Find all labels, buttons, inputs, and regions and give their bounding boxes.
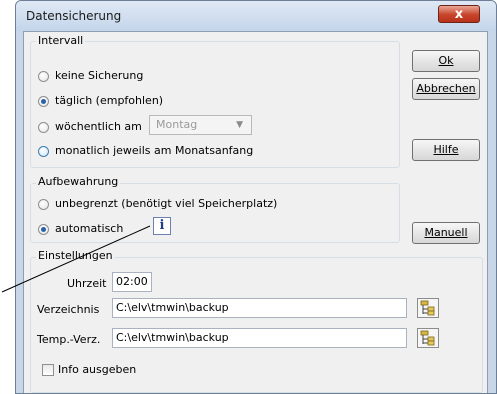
ok-button[interactable]: Ok [412,50,480,72]
ok-button-label: Ok [438,54,454,67]
callout-pointer-line [1,225,151,293]
folder-tree-icon [420,330,435,346]
temp-verz-field[interactable]: C:\elv\tmwin\backup [112,328,407,348]
manuell-button-label: Manuell [424,226,468,239]
abbrechen-button-label: Abbrechen [416,82,476,95]
abbrechen-button[interactable]: Abbrechen [412,78,480,100]
verzeichnis-label: Verzeichnis [37,303,100,316]
hilfe-button[interactable]: Hilfe [412,139,480,161]
weekday-select-value: Montag [156,118,198,131]
manuell-button[interactable]: Manuell [412,222,480,244]
verzeichnis-browse-button[interactable] [417,298,439,318]
close-button[interactable]: x [438,5,480,23]
temp-verz-browse-button[interactable] [417,328,439,348]
verzeichnis-field[interactable]: C:\elv\tmwin\backup [112,298,407,318]
info-ausgeben-label[interactable]: Info ausgeben [58,363,136,376]
chevron-down-icon: ▼ [236,120,243,130]
folder-tree-icon [420,300,435,316]
weekday-select[interactable]: Montag ▼ [149,115,252,135]
temp-verz-label: Temp.-Verz. [37,333,101,346]
hilfe-button-label: Hilfe [433,143,459,156]
info-ausgeben-checkbox[interactable] [42,364,54,376]
